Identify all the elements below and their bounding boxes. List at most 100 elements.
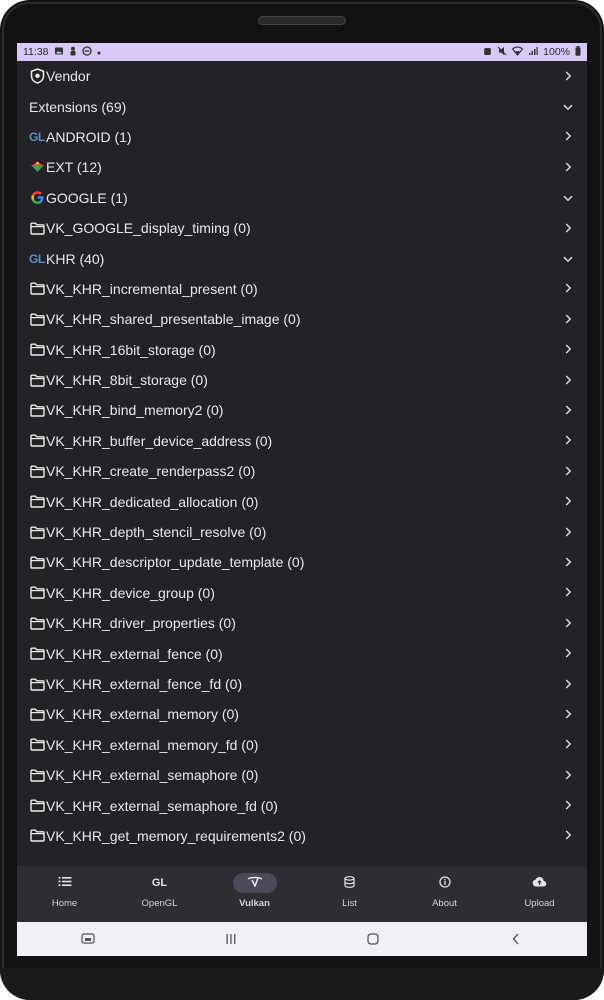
status-left: 11:38: [23, 46, 101, 58]
list-item-label: VK_KHR_8bit_storage (0): [46, 372, 208, 389]
chevron-right-icon: [561, 342, 575, 357]
chevron-right-icon: [561, 677, 575, 692]
chevron-right-icon: [561, 768, 575, 783]
nav-label: Home: [51, 898, 78, 909]
list-item[interactable]: VK_KHR_dedicated_allocation (0): [17, 486, 587, 516]
list-item[interactable]: VK_KHR_create_renderpass2 (0): [17, 456, 587, 486]
list-item-label: VK_KHR_device_group (0): [46, 584, 215, 601]
folder-icon: [29, 463, 45, 479]
list-item[interactable]: VK_KHR_descriptor_update_template (0): [17, 547, 587, 577]
info-icon: [438, 875, 451, 891]
chevron-right-icon: [561, 707, 575, 722]
nav-icon-container: [43, 873, 87, 893]
system-navigation-bar: [17, 922, 587, 956]
chevron-right-icon: [561, 798, 575, 813]
list-item[interactable]: Vendor: [17, 61, 587, 91]
nav-label: Upload: [524, 898, 555, 909]
folder-icon: [29, 372, 45, 388]
list-item[interactable]: VK_KHR_external_fence (0): [17, 638, 587, 668]
list-item[interactable]: VK_KHR_external_semaphore (0): [17, 760, 587, 790]
chevron-right-icon: [561, 464, 575, 479]
folder-icon: [29, 798, 45, 814]
nav-item-opengl[interactable]: GL OpenGL: [112, 866, 207, 922]
list-item[interactable]: GL KHR (40): [17, 243, 587, 273]
list-item-label: VK_KHR_buffer_device_address (0): [46, 432, 273, 449]
list-item[interactable]: VK_KHR_driver_properties (0): [17, 608, 587, 638]
folder-icon: [29, 342, 45, 358]
recents-button[interactable]: [211, 933, 251, 945]
list-item-label: EXT (12): [46, 159, 102, 176]
list-item-label: VK_KHR_external_fence (0): [46, 645, 223, 662]
chevron-right-icon: [561, 737, 575, 752]
recents-icon: [226, 934, 236, 944]
list-item[interactable]: VK_KHR_bind_memory2 (0): [17, 395, 587, 425]
extension-list: Vendor Extensions (69) GL ANDROID (1) EXT (1…: [17, 61, 587, 866]
nav-item-upload[interactable]: Upload: [492, 866, 587, 922]
chevron-right-icon: [561, 281, 575, 296]
image-notification-icon: [54, 46, 64, 58]
nav-item-list[interactable]: List: [302, 866, 397, 922]
chevron-down-icon: [561, 251, 575, 266]
bottom-navigation: Home GL OpenGL Vulkan List About Upload: [17, 866, 587, 922]
list-item-label: VK_KHR_create_renderpass2 (0): [46, 463, 256, 480]
list-item-label: VK_KHR_external_fence_fd (0): [46, 676, 243, 692]
list-item[interactable]: VK_KHR_external_memory_fd (0): [17, 730, 587, 760]
list-item[interactable]: VK_KHR_external_semaphore_fd (0): [17, 790, 587, 820]
chevron-right-icon: [561, 494, 575, 509]
back-icon: [512, 933, 519, 945]
list-item[interactable]: VK_KHR_incremental_present (0): [17, 274, 587, 304]
back-button[interactable]: [496, 933, 536, 945]
screenshot-button[interactable]: [68, 933, 108, 945]
list-item-label: GOOGLE (1): [46, 189, 128, 206]
gl-icon-text: GL: [29, 129, 45, 144]
folder-icon: [29, 402, 45, 418]
cloud-upload-icon: [532, 876, 547, 890]
vulkan-icon: [247, 876, 263, 890]
list-item-label: VK_KHR_external_memory (0): [46, 706, 239, 723]
list-item[interactable]: EXT (12): [17, 152, 587, 182]
list-item[interactable]: GOOGLE (1): [17, 183, 587, 213]
list-item[interactable]: GL ANDROID (1): [17, 122, 587, 152]
screen: 11:38 100% Vendor Extensions (69) GL AND…: [17, 43, 587, 956]
gl-icon-text: GL: [29, 251, 45, 266]
list-item[interactable]: VK_KHR_get_memory_requirements2 (0): [17, 821, 587, 851]
wifi-icon: [511, 46, 524, 58]
list-item-label: VK_KHR_depth_stencil_resolve (0): [46, 524, 267, 541]
shield-icon: [29, 68, 45, 84]
list-item[interactable]: VK_KHR_external_fence_fd (0): [17, 669, 587, 699]
nav-item-about[interactable]: About: [397, 866, 492, 922]
home-button[interactable]: [353, 933, 393, 945]
folder-icon: [29, 524, 45, 540]
screenshot-icon: [81, 933, 95, 944]
list-item[interactable]: VK_KHR_depth_stencil_resolve (0): [17, 517, 587, 547]
google-icon: [29, 190, 45, 206]
nav-icon-container: [423, 873, 467, 893]
person-notification-icon: [69, 46, 77, 58]
nav-label: Vulkan: [239, 898, 270, 909]
list-item[interactable]: VK_KHR_external_memory (0): [17, 699, 587, 729]
nav-label: About: [432, 898, 457, 909]
list-item-label: VK_KHR_external_memory_fd (0): [46, 736, 259, 753]
list-item[interactable]: VK_KHR_8bit_storage (0): [17, 365, 587, 395]
folder-icon: [29, 433, 45, 449]
nav-item-vulkan[interactable]: Vulkan: [207, 866, 302, 922]
list-item[interactable]: Extensions (69): [17, 91, 587, 121]
list-item[interactable]: VK_KHR_16bit_storage (0): [17, 335, 587, 365]
list-item[interactable]: VK_KHR_shared_presentable_image (0): [17, 304, 587, 334]
battery-percent: 100%: [543, 46, 570, 58]
ext-icon: [29, 159, 45, 175]
list-item[interactable]: VK_KHR_device_group (0): [17, 578, 587, 608]
list-item[interactable]: VK_KHR_buffer_device_address (0): [17, 426, 587, 456]
chevron-right-icon: [561, 616, 575, 631]
nav-item-home[interactable]: Home: [17, 866, 112, 922]
list-item-label: VK_KHR_incremental_present (0): [46, 280, 258, 297]
chevron-down-icon: [561, 99, 575, 114]
device-bottom: [0, 968, 604, 1000]
folder-icon: [29, 828, 45, 844]
nav-icon-container: GL: [138, 873, 182, 893]
list-item-label: VK_KHR_external_semaphore (0): [46, 767, 259, 784]
chevron-right-icon: [561, 828, 575, 843]
battery-icon: [575, 46, 581, 58]
list-item[interactable]: VK_GOOGLE_display_timing (0): [17, 213, 587, 243]
folder-icon: [29, 767, 45, 783]
